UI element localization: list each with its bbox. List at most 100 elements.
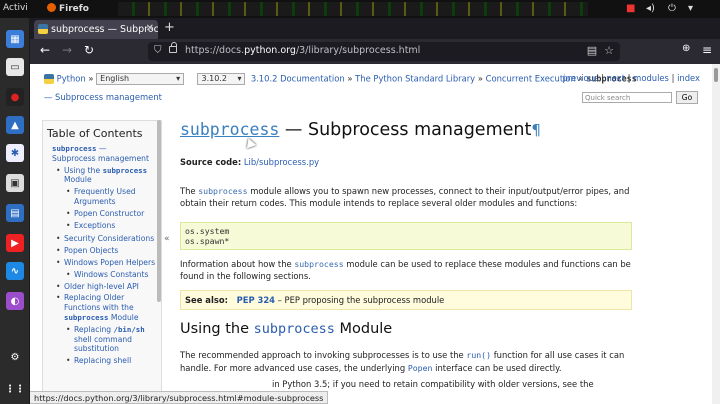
pdf-icon[interactable]: ▤ [6,204,24,222]
tab-title: subprocess — Subproce [51,24,158,35]
modules-link[interactable]: modules [633,73,669,83]
link-status-tooltip: https://docs.python.org/3/library/subpro… [30,391,329,404]
previous-link[interactable]: previous [562,73,598,83]
record-icon[interactable]: ■ [626,3,635,14]
page-title-text: — Subprocess management [284,120,532,140]
desktop: Activi Firefo ■ ◂) ⏻ ▾ ▦ ▭ ● ▲ ✱ ▣ ▤ ▶ ∿… [0,0,720,404]
scrollbar-thumb[interactable] [714,68,718,82]
info-paragraph: Information about how the subprocess mod… [180,258,631,282]
app-menu-firefox[interactable]: Firefo [47,3,89,14]
toc-item-replacing[interactable]: Replacing Older Functions with the subpr… [56,293,157,322]
toc-item-popen-objects[interactable]: Popen Objects [56,246,157,256]
terminal-icon[interactable]: ▭ [6,58,24,76]
toc-item-replacing-binsh[interactable]: Replacing /bin/sh shell command substitu… [66,325,157,354]
source-code-line: Source code: Lib/subprocess.py [180,156,632,169]
toc-item-windows-constants[interactable]: Windows Constants [66,270,157,280]
python-favicon-icon [38,24,48,34]
breadcrumb-sep: » [477,73,483,84]
url-path: /3/library/subprocess.html [295,45,421,56]
apps-grid-icon[interactable]: ⋮⋮ [5,380,25,398]
code-line: os.system [185,225,230,236]
collapse-sidebar-button[interactable]: « [164,234,170,244]
breadcrumb-stdlib[interactable]: The Python Standard Library [355,74,475,84]
toc-item-module[interactable]: subprocess — Subprocess management [52,144,157,164]
page-scrollbar[interactable] [712,64,720,404]
close-icon[interactable]: ✕ [146,23,154,34]
tab-subprocess[interactable]: subprocess — Subproce ✕ [34,20,158,39]
toc-item-replacing-shell[interactable]: Replacing shell [66,356,157,366]
next-link[interactable]: next [606,73,625,83]
flame-icon[interactable]: ▲ [6,116,24,134]
back-arrow-icon[interactable]: ← [40,43,50,57]
record-icon[interactable]: ● [6,88,24,106]
browser-tab-bar: subprocess — Subproce ✕ + [30,18,720,39]
quick-search-input[interactable]: Quick search [582,92,672,103]
system-top-bar: Activi Firefo ■ ◂) ⏻ ▾ [0,0,720,18]
see-also-text: – PEP proposing the subprocess module [277,294,445,305]
url-bar[interactable]: ⛉ https://docs.python.org/3/library/subp… [148,42,620,61]
lock-icon[interactable] [169,42,177,53]
source-link[interactable]: Lib/subprocess.py [244,157,319,167]
reader-view-icon[interactable]: ▤ ☆ [587,44,614,57]
section-heading: Using the subprocess Module [180,320,393,337]
recommended-paragraph: The recommended approach to invoking sub… [180,349,625,373]
volume-icon[interactable]: ◂) [646,3,655,14]
inline-code: subprocess [294,258,344,269]
toc-item-windows-helpers[interactable]: Windows Popen Helpers [56,258,157,268]
toc-item-frequently[interactable]: Frequently Used Arguments [66,187,157,207]
forward-arrow-icon[interactable]: → [62,43,72,57]
bug-icon[interactable]: ✱ [6,144,24,162]
page-content: Python » English 3.10.2 3.10.2 Documenta… [30,64,712,404]
url-host: python.org [244,45,296,56]
settings-icon[interactable]: ⚙ [6,348,24,366]
version-select[interactable]: 3.10.2 [197,73,246,85]
chart-icon[interactable]: ∿ [6,262,24,280]
breadcrumb-sep: » [347,73,353,84]
inline-code: subprocess [198,185,248,196]
toc-item-security[interactable]: Security Considerations [56,234,157,244]
package-icon[interactable]: ▣ [6,174,24,192]
reload-icon[interactable]: ↻ [84,43,94,57]
doc-body: subprocess — Subprocess management¶ Sour… [180,120,632,391]
python-logo-icon [44,73,54,84]
breadcrumb-line-2: — Subprocess management [44,92,162,102]
url-prefix: https://docs. [185,45,245,56]
python-link[interactable]: Python [57,74,86,84]
source-label: Source code: [180,157,242,167]
activities-button[interactable]: Activi [3,3,28,13]
pilcrow-link[interactable]: ¶ [531,121,541,139]
new-tab-plus-icon[interactable]: + [164,20,175,35]
calendar-icon[interactable]: ▦ [6,30,24,48]
toc-item-using[interactable]: Using the subprocessModule [56,166,157,186]
intro-paragraph: The subprocess module allows you to spaw… [180,185,630,209]
youtube-icon[interactable]: ▶ [6,234,24,252]
compat-paragraph: in Python 3.5; if you need to retain com… [272,379,594,390]
pep-324-link[interactable]: PEP 324 [237,295,275,305]
language-select[interactable]: English [96,73,185,85]
shield-icon[interactable]: ⛉ [154,45,162,56]
index-link[interactable]: index [677,73,700,83]
go-button[interactable]: Go [676,91,698,104]
breadcrumb-docs[interactable]: 3.10.2 Documentation [251,74,345,84]
run-function-link[interactable]: run() [466,350,491,360]
menu-icon[interactable]: ▾ [688,3,693,14]
breadcrumb-sep: » [88,73,94,84]
code-line: os.spawn* [185,236,230,247]
related-right-links: previous | next | modules | index [562,73,700,83]
hamburger-menu-icon[interactable]: ≡ [702,43,712,57]
power-icon[interactable]: ⏻ [668,3,676,14]
related-nav-bar: Python » English 3.10.2 3.10.2 Documenta… [44,73,712,85]
sidebar-scrollbar[interactable] [157,120,161,302]
toc-item-older-api[interactable]: Older high-level API [56,282,157,292]
toc-item-exceptions[interactable]: Exceptions [66,221,157,231]
app-launcher-dock: ▦ ▭ ● ▲ ✱ ▣ ▤ ▶ ∿ ◐ ⚙ ⋮⋮ [0,18,30,404]
media-icon[interactable]: ◐ [6,292,24,310]
extension-icon[interactable]: ⊕ [682,43,690,54]
popen-link[interactable]: Popen [408,363,433,373]
toc-list: subprocess —Subprocess management Using … [43,140,161,366]
see-also-label: See also: [185,294,228,305]
module-title-link[interactable]: subprocess [180,120,279,139]
see-also-box: See also: PEP 324 – PEP proposing the su… [180,289,632,310]
code-block: os.system os.spawn* [180,221,632,250]
toc-item-popen-ctor[interactable]: Popen Constructor [66,209,157,219]
